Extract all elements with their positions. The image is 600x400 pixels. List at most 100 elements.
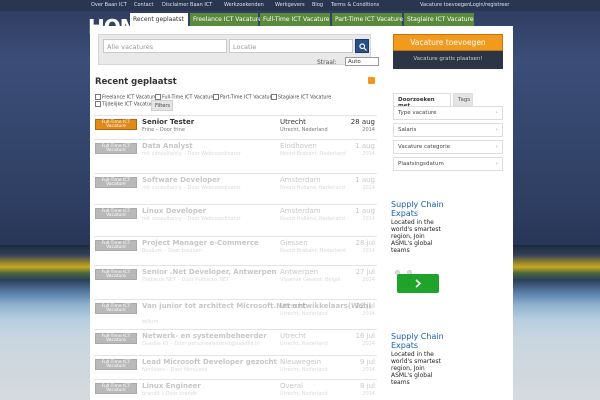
job-company[interactable]: Psittacus NET – Door Psittacus NET bbox=[142, 277, 229, 283]
job-date: 22 jul bbox=[355, 302, 375, 310]
job-region: Noord-Holland, Nederland bbox=[280, 185, 345, 191]
job-date: 27 jul bbox=[355, 268, 375, 276]
job-region: Noord-Brabant, Nederland bbox=[280, 248, 346, 254]
location-input[interactable]: Locatie bbox=[229, 39, 353, 53]
job-date: 16 jul bbox=[355, 332, 375, 340]
job-title[interactable]: Van junior tot architect Microsoft.Net o… bbox=[142, 302, 371, 310]
rss-icon[interactable] bbox=[368, 77, 375, 84]
topnav-terms[interactable]: Terms & Conditions bbox=[331, 2, 379, 8]
job-year: 2014 bbox=[362, 367, 375, 373]
job-type-badge: Full-Time ICT Vacature bbox=[95, 143, 137, 154]
tab-fulltime[interactable]: Full-Time ICT Vacature bbox=[260, 13, 330, 26]
job-date: 1 aug bbox=[355, 207, 375, 215]
job-company[interactable]: Daadlie KY – Door personeelsdienst@saadl… bbox=[142, 341, 260, 347]
job-company[interactable]: Frine – Door frine bbox=[142, 127, 185, 133]
search-panel: Alle vacatures Locatie Straal: Auto bbox=[98, 34, 379, 66]
job-title[interactable]: Data Analyst bbox=[142, 142, 193, 150]
job-row[interactable]: Full-Time ICT Vacature Van junior tot ar… bbox=[94, 299, 377, 325]
job-location: Amsterdam bbox=[280, 176, 321, 184]
tab-stagiaire[interactable]: Stagiaire ICT Vacature bbox=[404, 13, 474, 26]
job-location: Antwerpen bbox=[280, 268, 319, 276]
tab-parttime[interactable]: Part-Time ICT Vacature bbox=[332, 13, 403, 26]
job-title[interactable]: Linux Engineer bbox=[142, 382, 201, 390]
job-year: 2014 bbox=[362, 185, 375, 191]
job-row[interactable]: Full-Time ICT Vacature Lead Microsoft De… bbox=[94, 355, 377, 377]
topnav-blog[interactable]: Blog bbox=[312, 2, 323, 8]
job-location: Overal bbox=[280, 382, 304, 390]
job-location: Giessen bbox=[280, 239, 308, 247]
job-title[interactable]: Software Developer bbox=[142, 176, 220, 184]
sidebar-item-label: Salaris bbox=[398, 127, 417, 133]
job-row[interactable]: Full-Time ICT Vacature Senior Tester Fri… bbox=[94, 115, 377, 137]
ad-cta-button[interactable] bbox=[397, 274, 439, 293]
job-company[interactable]: willum bbox=[142, 319, 158, 325]
filter-stagiaire[interactable]: Stagiaire ICT Vacature bbox=[271, 94, 331, 101]
sidebar-item-categorie[interactable]: Vacature categorie › bbox=[393, 140, 503, 154]
job-location: Amsterdam bbox=[280, 207, 321, 215]
sidebar-item-type[interactable]: Type vacature › bbox=[393, 106, 503, 120]
topnav-vacature-toevoegen[interactable]: Vacature toevoegen bbox=[420, 2, 470, 8]
job-year: 2014 bbox=[362, 391, 375, 397]
advertisement[interactable]: Supply Chain Expats Located in the world… bbox=[391, 332, 445, 386]
sidebar-item-label: Vacature categorie bbox=[398, 144, 450, 150]
add-vacancy-button[interactable]: Vacature toevoegen bbox=[393, 34, 503, 51]
topnav-werkgevers[interactable]: Werkgevers bbox=[275, 2, 305, 8]
ad-body: Located in the world's smartest region, … bbox=[391, 219, 441, 254]
job-row[interactable]: Full-Time ICT Vacature Software Develope… bbox=[94, 173, 377, 195]
tab-tags[interactable]: Tags bbox=[453, 93, 473, 106]
job-title[interactable]: Netwerk- en systeembeheerder bbox=[142, 332, 267, 340]
ad-title[interactable]: Supply Chain Expats bbox=[391, 332, 445, 350]
job-region: Utrecht, Nederland bbox=[280, 367, 328, 373]
job-type-badge: Full-Time ICT Vacature bbox=[95, 333, 137, 344]
filter-tijdelijke[interactable]: Tijdelijke ICT Vacature bbox=[95, 101, 155, 108]
job-region: Utrecht, Nederland bbox=[280, 391, 328, 397]
job-company[interactable]: Nimiuses – Door Nimiuses bbox=[142, 367, 207, 373]
job-region: Utrecht, Nederland bbox=[280, 127, 328, 133]
job-date: 1 aug bbox=[355, 176, 375, 184]
job-type-badge: Full-Time ICT Vacature bbox=[95, 359, 137, 370]
job-company[interactable]: Boulium – Door boulium bbox=[142, 248, 202, 254]
job-title[interactable]: Lead Microsoft Developer gezocht bbox=[142, 358, 277, 366]
job-year: 2014 bbox=[362, 127, 375, 133]
topnav-over[interactable]: Over Baan ICT bbox=[91, 2, 127, 8]
job-year: 2014 bbox=[362, 216, 375, 222]
job-title[interactable]: Project Manager e-Commerce bbox=[142, 239, 259, 247]
radius-select[interactable]: Auto bbox=[345, 57, 379, 66]
job-title[interactable]: Linux Developer bbox=[142, 207, 206, 215]
filter-parttime[interactable]: Part-Time ICT Vacature bbox=[213, 94, 274, 101]
filters-button[interactable]: Filters bbox=[151, 100, 173, 111]
job-date: 28 jul bbox=[355, 239, 375, 247]
job-title[interactable]: Senior .Net Developer, Antwerpen bbox=[142, 268, 276, 276]
job-company[interactable]: brandit – Door brandit bbox=[142, 391, 197, 397]
job-row[interactable]: Full-Time ICT Vacature Netwerk- en syste… bbox=[94, 329, 377, 351]
filter-freelance[interactable]: Freelance ICT Vacature bbox=[95, 94, 157, 101]
job-year: 2014 bbox=[362, 311, 375, 317]
search-button[interactable] bbox=[355, 39, 369, 53]
topnav-werkzoekenden[interactable]: Werkzoekenden bbox=[224, 2, 264, 8]
sidebar-item-salaris[interactable]: Salaris › bbox=[393, 123, 503, 137]
topnav-contact[interactable]: Contact bbox=[134, 2, 153, 8]
job-title[interactable]: Senior Tester bbox=[142, 118, 194, 126]
job-row[interactable]: Full-Time ICT Vacature Linux Developer m… bbox=[94, 204, 377, 226]
job-year: 2014 bbox=[362, 151, 375, 157]
tab-freelance[interactable]: Freelance ICT Vacature bbox=[190, 13, 262, 26]
sidebar-item-datum[interactable]: Plaatsingsdatum › bbox=[393, 157, 503, 171]
job-company[interactable]: mit consultancy – Door Webcoordinator bbox=[142, 185, 241, 191]
job-company[interactable]: mit consultancy – Door Webcoordinator bbox=[142, 151, 241, 157]
job-location: Utrecht bbox=[280, 332, 306, 340]
job-row[interactable]: Full-Time ICT Vacature Project Manager e… bbox=[94, 236, 377, 258]
job-company[interactable]: mit consultancy – Door Webcoordinator bbox=[142, 216, 241, 222]
job-row[interactable]: Full-Time ICT Vacature Senior .Net Devel… bbox=[94, 265, 377, 287]
chevron-right-icon: › bbox=[495, 161, 498, 167]
sidebar-item-label: Plaatsingsdatum bbox=[398, 161, 444, 167]
topnav-login[interactable]: Login/registreer bbox=[470, 2, 509, 8]
job-row[interactable]: Full-Time ICT Vacature Linux Engineer br… bbox=[94, 379, 377, 400]
job-row[interactable]: Full-Time ICT Vacature Data Analyst mit … bbox=[94, 139, 377, 161]
job-location: Utrecht bbox=[280, 118, 306, 126]
topnav-disclaimer[interactable]: Disclaimer Baan ICT bbox=[162, 2, 212, 8]
ad-title[interactable]: Supply Chain Expats bbox=[391, 200, 445, 218]
keyword-input[interactable]: Alle vacatures bbox=[103, 39, 227, 53]
advertisement[interactable]: Supply Chain Expats Located in the world… bbox=[391, 200, 445, 254]
tab-recent[interactable]: Recent geplaatst bbox=[130, 13, 188, 26]
tab-doorzoeken[interactable]: Doorzoeken met... bbox=[393, 93, 451, 109]
